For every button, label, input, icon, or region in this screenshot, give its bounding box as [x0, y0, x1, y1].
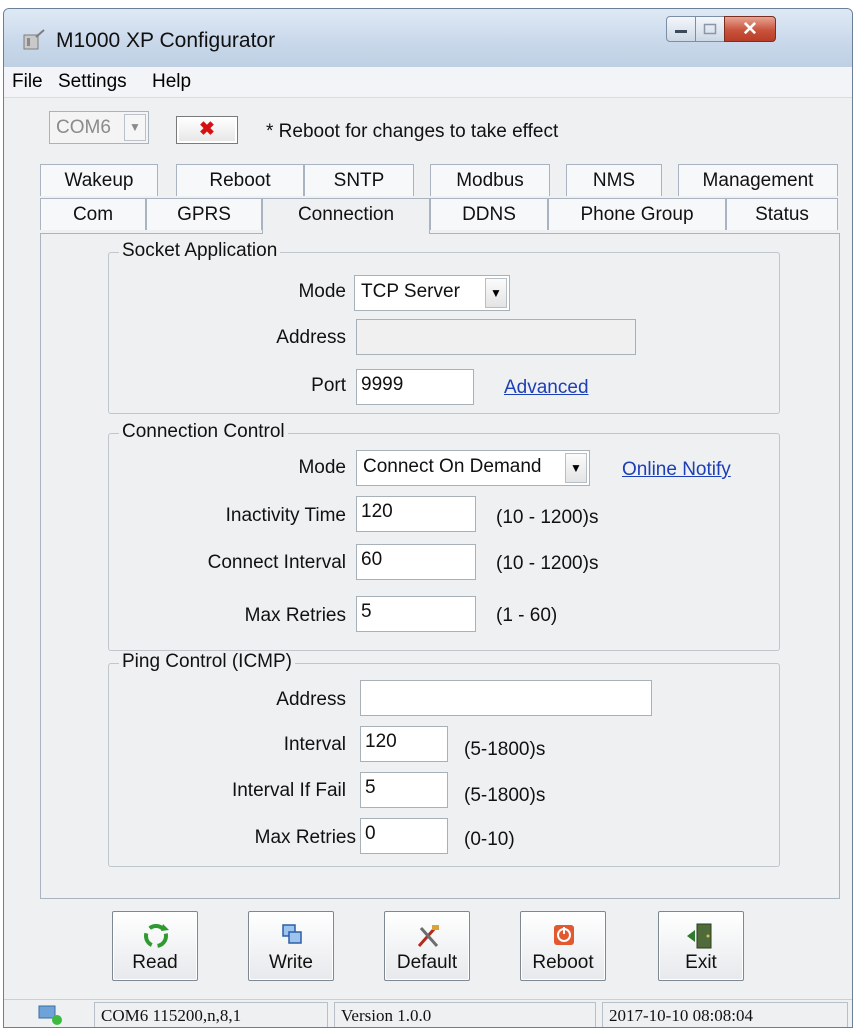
interval-if-fail-label: Interval If Fail: [231, 780, 346, 801]
interval-if-fail-range: (5-1800)s: [464, 785, 546, 806]
read-button[interactable]: Read: [112, 911, 198, 981]
default-button-label: Default: [396, 952, 458, 973]
tab-wakeup[interactable]: Wakeup: [40, 164, 158, 196]
tab-gprs[interactable]: GPRS: [146, 198, 262, 230]
online-notify-link[interactable]: Online Notify: [622, 459, 731, 481]
inactivity-range: (10 - 1200)s: [496, 507, 599, 528]
maximize-icon: [703, 23, 717, 35]
socket-port-label: Port: [311, 375, 346, 396]
com-port-value: COM6: [56, 117, 111, 138]
status-version: Version 1.0.0: [334, 1002, 596, 1027]
exit-button-label: Exit: [685, 952, 717, 973]
connect-interval-field[interactable]: 60: [356, 544, 476, 580]
title-bar[interactable]: M1000 XP Configurator ✕: [4, 9, 852, 68]
exit-button[interactable]: Exit: [658, 911, 744, 981]
close-icon: ✕: [742, 18, 758, 40]
interval-if-fail-field[interactable]: 5: [360, 772, 448, 808]
tab-management[interactable]: Management: [678, 164, 838, 196]
status-datetime: 2017-10-10 08:08:04: [602, 1002, 848, 1027]
advanced-link[interactable]: Advanced: [504, 377, 589, 399]
inactivity-time-label: Inactivity Time: [225, 505, 346, 526]
power-icon: [554, 925, 574, 945]
tab-nms[interactable]: NMS: [566, 164, 662, 196]
group-legend: Socket Application: [119, 240, 281, 262]
chevron-down-icon: ▼: [485, 278, 507, 308]
reboot-button[interactable]: Reboot: [520, 911, 606, 981]
socket-mode-label: Mode: [298, 281, 346, 302]
window-title: M1000 XP Configurator: [56, 29, 276, 52]
max-retries-field[interactable]: 5: [356, 596, 476, 632]
app-window: M1000 XP Configurator ✕ File Settings He…: [3, 8, 853, 1028]
read-button-label: Read: [132, 952, 178, 973]
write-button[interactable]: Write: [248, 911, 334, 981]
socket-address-label: Address: [276, 327, 346, 348]
ping-interval-range: (5-1800)s: [464, 739, 546, 760]
connect-interval-label: Connect Interval: [207, 552, 346, 573]
max-retries-label: Max Retries: [244, 605, 346, 626]
maximize-button[interactable]: [695, 16, 725, 42]
max-retries-range: (1 - 60): [496, 605, 558, 626]
exit-door-icon: [687, 923, 712, 949]
app-icon: [23, 29, 45, 50]
close-x-icon: ✖: [199, 119, 215, 140]
tab-com[interactable]: Com: [40, 198, 146, 230]
connect-interval-range: (10 - 1200)s: [496, 553, 599, 574]
connection-mode-value: Connect On Demand: [363, 456, 542, 477]
group-legend: Ping Control (ICMP): [119, 651, 295, 673]
network-status-icon: [38, 1005, 62, 1025]
ping-max-retries-field[interactable]: 0: [360, 818, 448, 854]
tab-ddns[interactable]: DDNS: [430, 198, 548, 230]
menu-file[interactable]: File: [12, 71, 43, 93]
menu-help[interactable]: Help: [152, 71, 191, 93]
close-button[interactable]: ✕: [724, 16, 776, 42]
tools-icon: [417, 925, 439, 947]
recycle-icon: [144, 924, 169, 948]
ping-interval-label: Interval: [283, 734, 346, 755]
tab-modbus[interactable]: Modbus: [430, 164, 550, 196]
menu-settings[interactable]: Settings: [58, 71, 127, 93]
com-port-select[interactable]: COM6 ▼: [49, 111, 149, 144]
menu-bar: File Settings Help: [4, 67, 852, 98]
socket-mode-value: TCP Server: [361, 281, 460, 302]
tab-status[interactable]: Status: [726, 198, 838, 230]
tab-phone-group[interactable]: Phone Group: [548, 198, 726, 230]
tab-sntp[interactable]: SNTP: [304, 164, 414, 196]
ping-address-field[interactable]: [360, 680, 652, 716]
tab-reboot[interactable]: Reboot: [176, 164, 304, 196]
write-button-label: Write: [269, 952, 313, 973]
socket-mode-select[interactable]: TCP Server ▼: [354, 275, 510, 311]
default-button[interactable]: Default: [384, 911, 470, 981]
status-bar: COM6 115200,n,8,1 Version 1.0.0 2017-10-…: [4, 999, 852, 1027]
inactivity-time-field[interactable]: 120: [356, 496, 476, 532]
chevron-down-icon: ▼: [565, 453, 587, 483]
ping-address-label: Address: [276, 689, 346, 710]
chevron-down-icon: ▼: [124, 114, 146, 141]
status-port-settings: COM6 115200,n,8,1: [94, 1002, 328, 1027]
ping-max-retries-label: Max Retries: [254, 827, 356, 848]
write-icon: [282, 924, 302, 944]
ping-max-retries-range: (0-10): [464, 829, 515, 850]
ping-interval-field[interactable]: 120: [360, 726, 448, 762]
reboot-note: * Reboot for changes to take effect: [266, 121, 559, 142]
disconnect-button[interactable]: ✖: [176, 116, 238, 144]
reboot-button-label: Reboot: [532, 952, 594, 973]
minimize-button[interactable]: [666, 16, 696, 42]
socket-port-field[interactable]: 9999: [356, 369, 474, 405]
minimize-icon: [675, 30, 687, 33]
connection-mode-select[interactable]: Connect On Demand ▼: [356, 450, 590, 486]
socket-address-field[interactable]: [356, 319, 636, 355]
connection-mode-label: Mode: [298, 457, 346, 478]
group-legend: Connection Control: [119, 421, 288, 443]
tab-connection[interactable]: Connection: [262, 198, 430, 234]
